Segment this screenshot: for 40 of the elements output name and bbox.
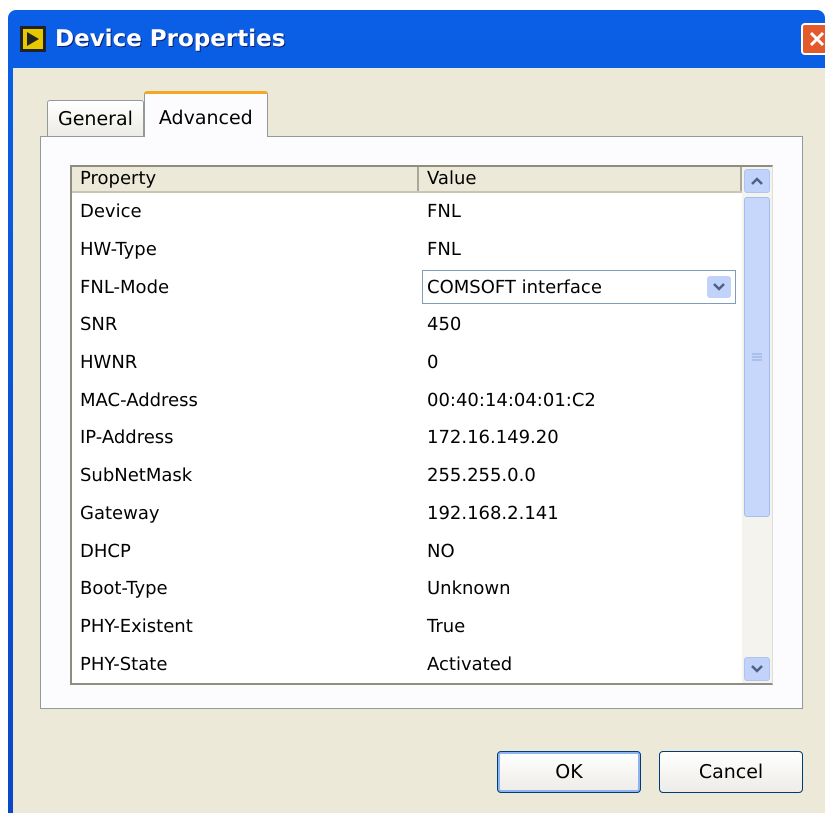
property-name: FNL-Mode [79,276,170,300]
window-title: Device Properties [55,24,286,54]
ok-button[interactable]: OK [497,751,641,793]
app-icon [19,25,47,53]
property-value: Unknown [426,577,512,602]
property-name: IP-Address [79,426,175,450]
value-dropdown[interactable]: COMSOFT interface [422,270,736,304]
caret-down-icon[interactable] [750,664,764,674]
property-value: True [426,614,466,639]
scroll-up-button[interactable] [744,169,770,193]
tab[interactable]: General [47,100,144,136]
property-value: 00:40:14:04:01:C2 [426,388,597,413]
property-value: Activated [426,652,514,677]
property-name: SubNetMask [79,464,194,488]
scroll-down-button[interactable] [744,657,770,681]
property-name: Boot-Type [79,577,169,602]
close-button[interactable] [801,23,825,55]
cancel-button[interactable]: Cancel [659,751,803,793]
property-name: Device [79,200,143,224]
property-value: NO [426,540,456,564]
property-name: HWNR [79,351,138,376]
property-value: FNL [426,238,462,262]
property-value: 0 [426,351,440,376]
property-name: MAC-Address [79,388,199,413]
scrollbar-thumb[interactable] [744,197,770,517]
tab[interactable]: Advanced [144,91,268,137]
property-name: PHY-Existent [79,614,194,639]
property-value: 172.16.149.20 [426,426,560,450]
property-name: Gateway [79,502,161,526]
close-icon[interactable] [807,29,825,49]
property-name: HW-Type [79,238,158,262]
property-value: 255.255.0.0 [426,464,537,488]
property-name: DHCP [79,540,132,564]
property-name: PHY-State [79,652,168,677]
caret-up-icon[interactable] [750,176,764,186]
property-name: SNR [79,313,118,338]
property-value: FNL [426,200,462,224]
property-value: 450 [426,313,462,338]
property-value: 192.168.2.141 [426,502,560,526]
column-header[interactable]: Property [72,167,419,191]
